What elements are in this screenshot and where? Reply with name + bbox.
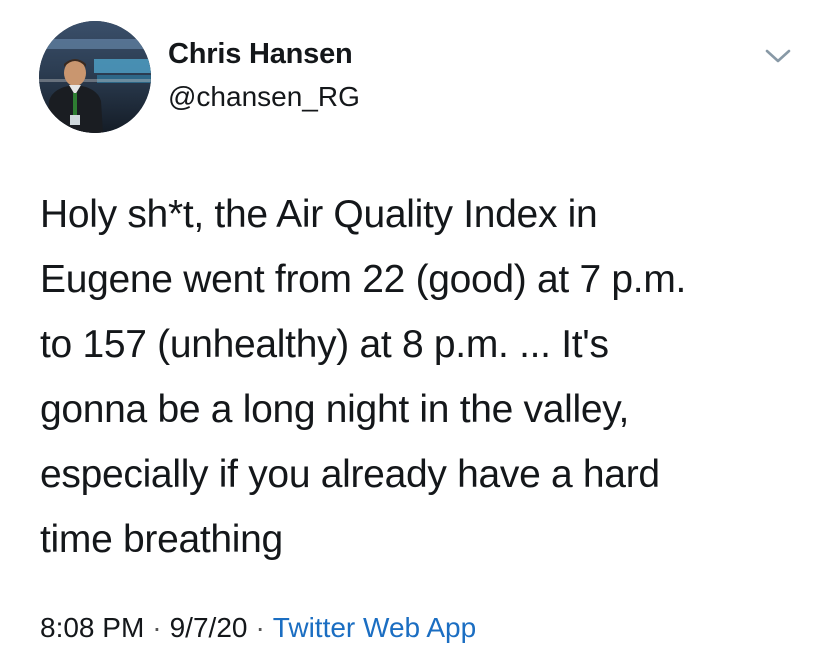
tweet-date[interactable]: 9/7/20 — [170, 612, 248, 643]
author-name[interactable]: Chris Hansen — [168, 38, 353, 71]
meta-separator: · — [255, 612, 265, 643]
tweet-card: Chris Hansen @chansen_RG Holy sh*t, the … — [0, 0, 828, 671]
tweet-text: Holy sh*t, the Air Quality Index in Euge… — [40, 193, 687, 561]
chevron-down-icon[interactable] — [764, 46, 792, 66]
profile-photo-icon — [39, 21, 151, 133]
author-handle[interactable]: @chansen_RG — [168, 81, 360, 113]
meta-separator: · — [152, 612, 162, 643]
avatar[interactable] — [39, 21, 151, 133]
tweet-meta: 8:08 PM · 9/7/20 · Twitter Web App — [40, 612, 476, 644]
tweet-time[interactable]: 8:08 PM — [40, 612, 144, 643]
tweet-source-link[interactable]: Twitter Web App — [273, 612, 476, 643]
